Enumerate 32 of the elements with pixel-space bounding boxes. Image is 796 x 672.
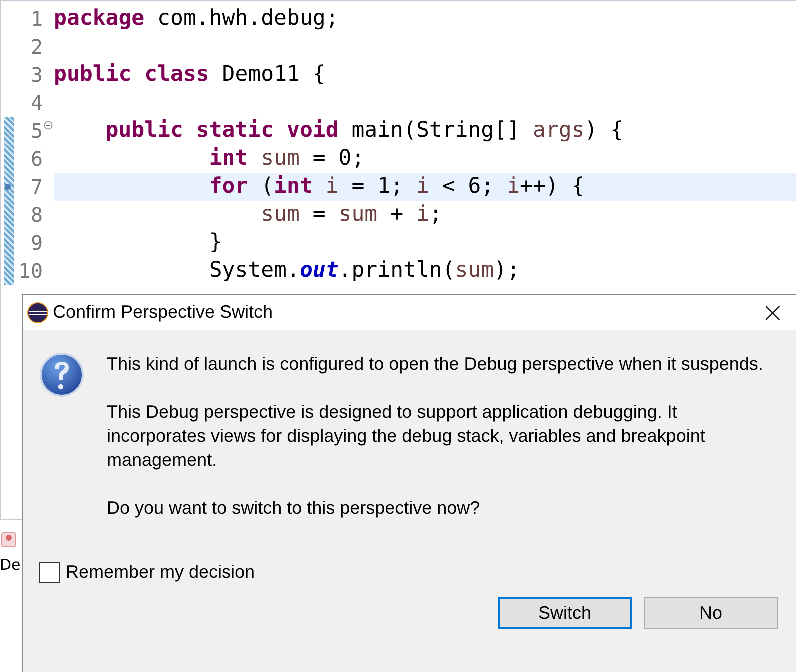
line-number: 3 [30, 63, 43, 87]
code-line: int sum = 0; [208, 145, 366, 173]
instruction-pointer-icon [4, 183, 12, 191]
panel-tab[interactable]: De [0, 556, 21, 574]
dialog-button[interactable]: Switch [498, 597, 632, 629]
code-line: public class Demo11 { [54, 61, 327, 89]
code-line: System.out.println(sum); [208, 257, 522, 285]
code-line: public static void main(String[] args) { [104, 117, 625, 145]
line-number: 6 [30, 147, 43, 171]
line-number: 9 [30, 231, 43, 255]
line-number: 7 [30, 175, 43, 199]
line-number: 4 [30, 91, 43, 115]
line-number: 2 [30, 35, 43, 59]
question-icon [39, 352, 85, 398]
line-number: 5 [30, 119, 43, 143]
code-line: sum = sum + i; [260, 201, 444, 229]
checkbox-label[interactable]: Remember my decision [66, 562, 256, 583]
line-number: 8 [30, 203, 43, 227]
app-logo-icon [27, 302, 49, 324]
line-number: 1 [30, 7, 43, 31]
message-text: This Debug perspective is designed to support application debugging. It incorporates views for displaying the debug stack, variables and breakpoint management. [107, 401, 706, 472]
code-line: package com.hwh.debug; [54, 5, 340, 33]
message-text: This kind of launch is configured to open the Debug perspective when it suspends. [107, 353, 764, 376]
dialog-title: Confirm Perspective Switch [53, 302, 274, 323]
collapse-icon[interactable] [44, 121, 53, 130]
message-text: Do you want to switch to this perspective now? [107, 497, 482, 520]
code-line: } [208, 229, 224, 257]
tool-icon[interactable] [1, 532, 17, 548]
line-number: 10 [18, 259, 43, 283]
close-button[interactable]: × [750, 295, 796, 330]
dialog-button[interactable]: No [644, 597, 778, 629]
checkbox[interactable] [39, 562, 60, 583]
